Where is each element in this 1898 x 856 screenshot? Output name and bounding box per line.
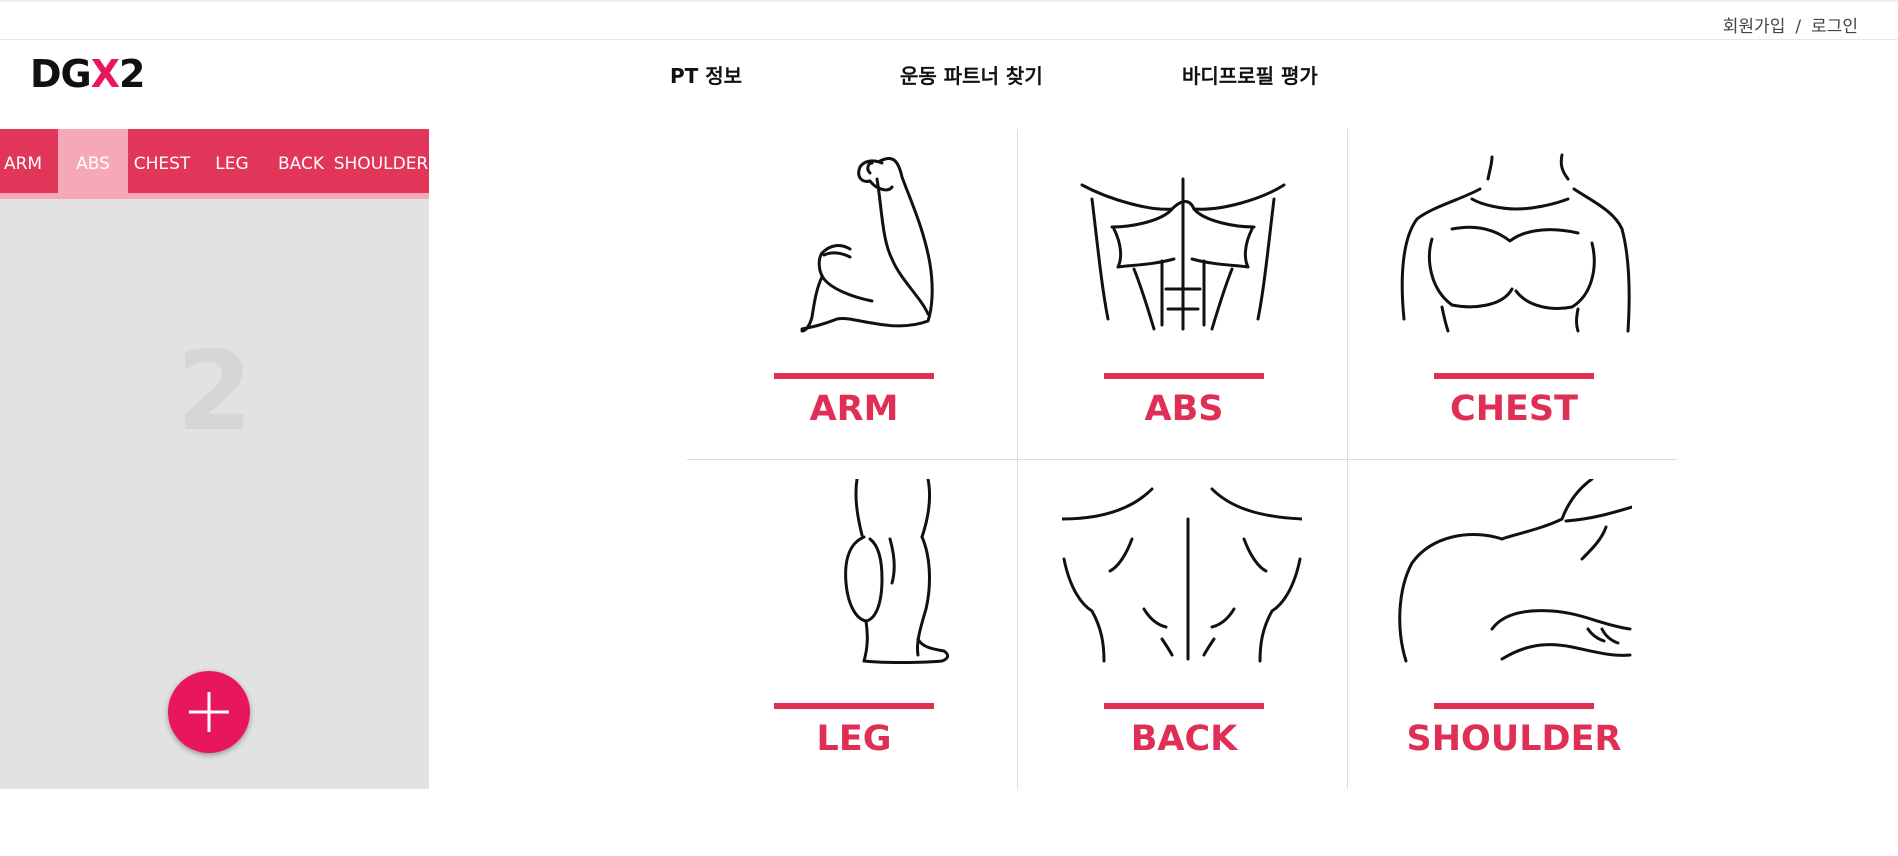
auth-links: 회원가입 / 로그인 xyxy=(1723,12,1858,37)
arm-muscle-icon xyxy=(800,156,934,333)
plus-icon xyxy=(189,692,229,732)
back-muscle-icon xyxy=(1062,487,1302,663)
auth-separator: / xyxy=(1795,17,1802,37)
muscle-card-leg[interactable]: LEG xyxy=(687,459,1017,789)
main-nav: PT 정보 운동 파트너 찾기 바디프로필 평가 xyxy=(0,60,1898,90)
card-label: LEG xyxy=(816,719,892,759)
shoulder-muscle-icon xyxy=(1398,479,1632,663)
card-label: SHOULDER xyxy=(1406,719,1622,759)
chest-muscle-icon xyxy=(1400,153,1631,333)
muscle-card-back[interactable]: BACK xyxy=(1017,459,1347,789)
add-button[interactable] xyxy=(168,671,250,753)
card-underline xyxy=(1104,703,1264,709)
nav-pt-info[interactable]: PT 정보 xyxy=(670,60,742,89)
tab-abs[interactable]: ABS xyxy=(58,129,128,199)
card-underline xyxy=(1434,373,1594,379)
muscle-card-shoulder[interactable]: SHOULDER xyxy=(1347,459,1677,789)
nav-find-partner[interactable]: 운동 파트너 찾기 xyxy=(900,60,1043,89)
tab-leg[interactable]: LEG xyxy=(204,129,260,199)
muscle-card-chest[interactable]: CHEST xyxy=(1347,129,1677,459)
leg-muscle-icon xyxy=(844,479,950,664)
card-label: CHEST xyxy=(1450,389,1578,429)
tab-arm[interactable]: ARM xyxy=(0,129,46,199)
muscle-card-arm[interactable]: ARM xyxy=(687,129,1017,459)
page-number: 2 xyxy=(176,327,253,455)
card-label: BACK xyxy=(1130,719,1238,759)
card-label: ARM xyxy=(809,389,899,429)
card-underline xyxy=(1104,373,1264,379)
nav-body-profile[interactable]: 바디프로필 평가 xyxy=(1182,60,1318,89)
card-underline xyxy=(774,373,934,379)
tab-shoulder[interactable]: SHOULDER xyxy=(333,129,429,199)
tab-chest[interactable]: CHEST xyxy=(128,129,196,199)
card-underline xyxy=(1434,703,1594,709)
abs-muscle-icon xyxy=(1080,177,1286,331)
muscle-card-abs[interactable]: ABS xyxy=(1017,129,1347,459)
muscle-grid: ARM ABS CHEST LEG BACK SHOULDER xyxy=(687,129,1677,789)
signup-link[interactable]: 회원가입 xyxy=(1723,12,1786,37)
left-panel: ARM ABS CHEST LEG BACK SHOULDER 2 xyxy=(0,129,429,789)
card-label: ABS xyxy=(1144,389,1224,429)
tab-back[interactable]: BACK xyxy=(272,129,330,199)
card-underline xyxy=(774,703,934,709)
login-link[interactable]: 로그인 xyxy=(1811,12,1858,37)
top-bar: 회원가입 / 로그인 xyxy=(0,0,1898,40)
category-tabs: ARM ABS CHEST LEG BACK SHOULDER xyxy=(0,129,429,199)
